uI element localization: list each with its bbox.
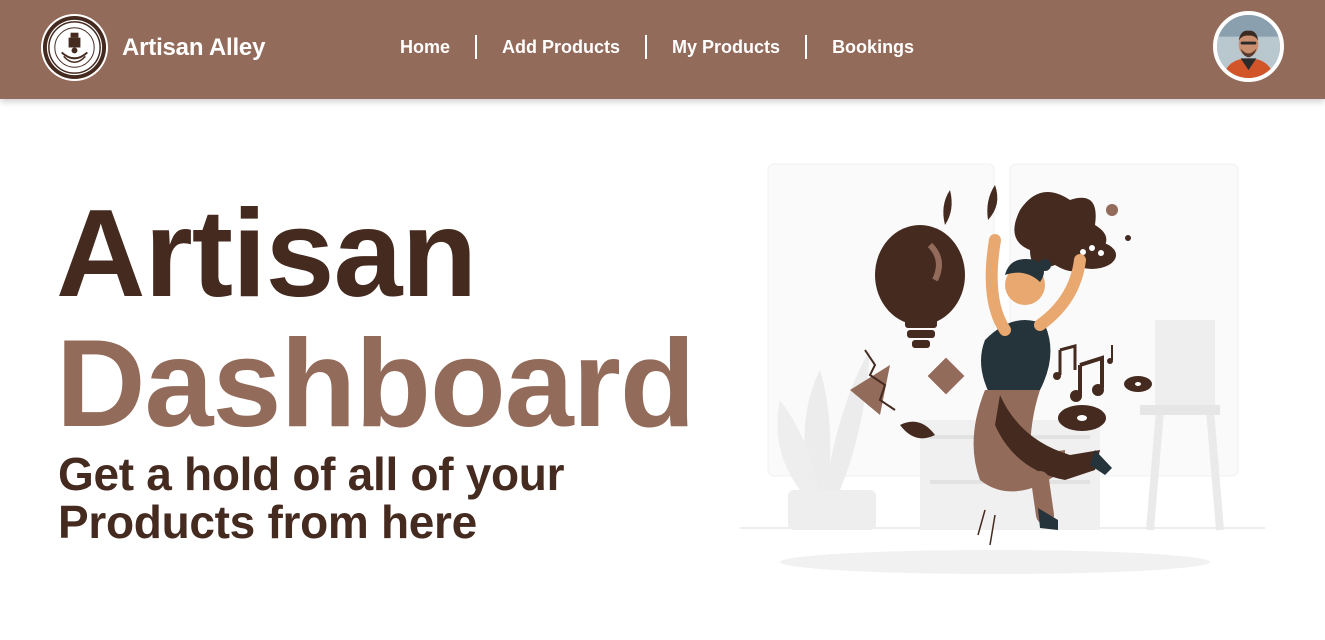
hero-title-dashboard: Dashboard [56, 315, 696, 453]
nav-home-link[interactable]: Home [375, 37, 475, 58]
main-nav: Home Add Products My Products Bookings [375, 34, 939, 60]
nav-my-products-link[interactable]: My Products [647, 37, 805, 58]
top-navbar: Artisan Alley Home Add Products My Produ… [0, 0, 1325, 99]
user-avatar-icon [1217, 15, 1280, 78]
nav-add-products-link[interactable]: Add Products [477, 37, 645, 58]
brand-name: Artisan Alley [122, 33, 266, 61]
brand-link[interactable]: Artisan Alley [40, 13, 265, 82]
user-avatar[interactable] [1213, 11, 1284, 82]
brand-logo-icon [40, 13, 109, 82]
hero-title-artisan: Artisan [56, 185, 477, 323]
hero-subtitle: Get a hold of all of your Products from … [58, 448, 565, 548]
hero-illustration [740, 150, 1280, 590]
nav-bookings-link[interactable]: Bookings [807, 37, 939, 58]
jumping-artist-illustration-icon [740, 163, 1265, 574]
